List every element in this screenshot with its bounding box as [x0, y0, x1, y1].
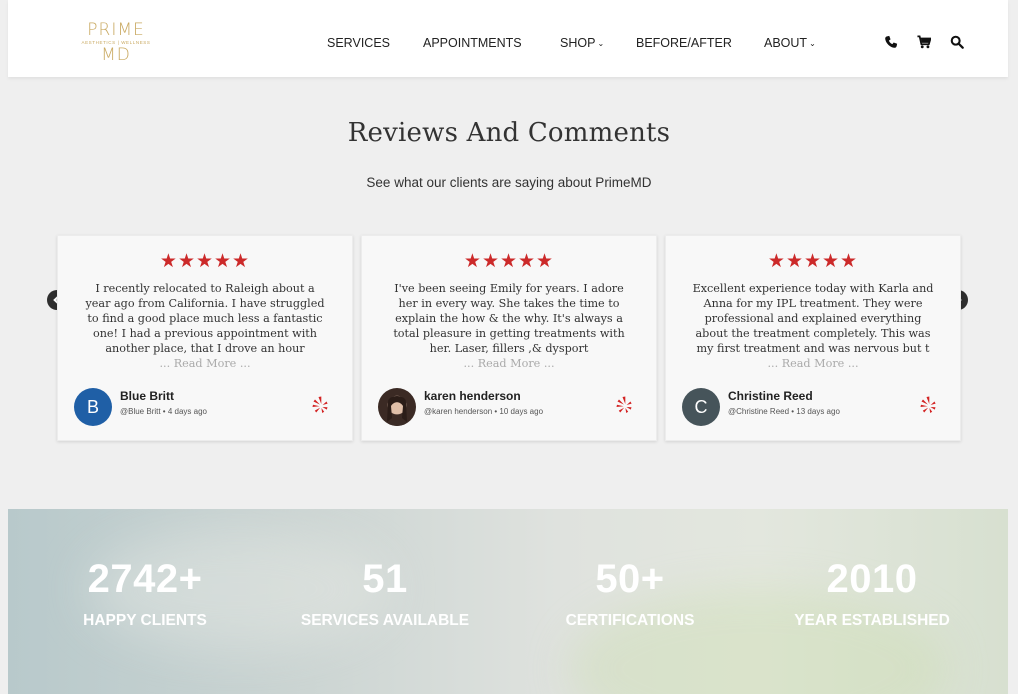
logo-md-text: MD — [101, 44, 131, 65]
nav-about-label: ABOUT — [764, 36, 808, 50]
review-line: I've been seeing Emily for years. I ador… — [394, 282, 624, 295]
nav-appointments[interactable]: APPOINTMENTS — [423, 36, 522, 50]
star-rating: ★★★★★ — [767, 251, 859, 272]
stat-label: YEAR ESTABLISHED — [794, 612, 950, 629]
stat-label: SERVICES AVAILABLE — [300, 612, 470, 629]
review-text: Excellent experience today with Karla an… — [676, 281, 950, 356]
phone-icon[interactable] — [884, 35, 898, 49]
profile-photo — [386, 396, 408, 426]
review-meta: @Blue Britt • 4 days ago — [120, 407, 207, 416]
nav-before-after[interactable]: BEFORE/AFTER — [636, 36, 732, 50]
primemd-logo[interactable]: PRIME AESTHETICS | WELLNESS MD — [64, 22, 168, 64]
review-time: 10 days ago — [499, 407, 544, 416]
search-icon[interactable] — [950, 35, 964, 49]
stat-happy-clients: 2742+ HAPPY CLIENTS — [20, 557, 270, 630]
review-line: one! I had a previous appointment with — [92, 327, 318, 340]
review-line: Anna for my IPL treatment. They were — [703, 297, 923, 310]
stat-value: 2010 — [826, 557, 918, 601]
review-line: to find a good place much less a fantast… — [87, 312, 323, 325]
review-line: about the treatment completely. This was — [695, 327, 931, 340]
yelp-icon[interactable] — [616, 396, 632, 414]
stat-certifications: 50+ CERTIFICATIONS — [505, 557, 755, 630]
stat-value: 50+ — [595, 557, 665, 601]
avatar — [378, 388, 416, 426]
review-meta: @karen henderson • 10 days ago — [424, 407, 544, 416]
yelp-icon[interactable] — [920, 396, 936, 414]
chevron-down-icon: ⌄ — [809, 39, 816, 48]
star-rating: ★★★★★ — [463, 251, 555, 272]
yelp-icon[interactable] — [312, 396, 328, 414]
read-more-link[interactable]: ... Read More ... — [666, 357, 960, 370]
review-handle: @karen henderson — [424, 407, 493, 416]
nav-shop-label: SHOP — [560, 36, 596, 50]
reviews-subtitle: See what our clients are saying about Pr… — [366, 175, 652, 190]
stat-value: 51 — [362, 557, 408, 601]
review-handle: @Christine Reed — [728, 407, 790, 416]
review-line: her. Laser, fillers ,& dysport — [429, 342, 589, 355]
review-line: total pleasure in getting treatments wit… — [393, 327, 625, 340]
site-header: PRIME AESTHETICS | WELLNESS MD SERVICES … — [8, 0, 1008, 77]
stat-year-established: 2010 YEAR ESTABLISHED — [747, 557, 997, 630]
avatar: B — [74, 388, 112, 426]
review-text: I recently relocated to Raleigh about a … — [68, 281, 342, 356]
review-author: karen henderson — [424, 389, 521, 403]
review-author: Christine Reed — [728, 389, 813, 403]
review-line: I recently relocated to Raleigh about a — [95, 282, 315, 295]
review-line: Excellent experience today with Karla an… — [692, 282, 934, 295]
stat-services-available: 51 SERVICES AVAILABLE — [260, 557, 510, 630]
avatar: C — [682, 388, 720, 426]
read-more-link[interactable]: ... Read More ... — [58, 357, 352, 370]
review-line: another place, that I drove an hour — [105, 342, 305, 355]
nav-about[interactable]: ABOUT ⌄ — [764, 36, 816, 50]
review-card: ★★★★★ Excellent experience today with Ka… — [665, 235, 961, 441]
review-line: her in every way. She takes the time to — [398, 297, 620, 310]
stat-label: HAPPY CLIENTS — [83, 612, 207, 629]
review-time: 4 days ago — [167, 407, 207, 416]
read-more-link[interactable]: ... Read More ... — [362, 357, 656, 370]
chevron-down-icon: ⌄ — [597, 39, 605, 48]
nav-services[interactable]: SERVICES — [327, 36, 390, 50]
reviews-title: Reviews And Comments — [347, 118, 671, 148]
review-card: ★★★★★ I recently relocated to Raleigh ab… — [57, 235, 353, 441]
review-line: explain the how & the why. It's always a — [395, 312, 623, 325]
review-meta: @Christine Reed • 13 days ago — [728, 407, 840, 416]
review-line: my first treatment and was nervous but t — [696, 342, 930, 355]
review-line: professional and explained everything — [704, 312, 922, 325]
review-handle: @Blue Britt — [120, 407, 161, 416]
review-text: I've been seeing Emily for years. I ador… — [372, 281, 646, 356]
review-author: Blue Britt — [120, 389, 174, 403]
stat-value: 2742+ — [87, 557, 203, 601]
nav-shop[interactable]: SHOP ⌄ — [560, 36, 604, 50]
review-time: 13 days ago — [796, 407, 840, 416]
logo-prime-text: PRIME — [87, 20, 145, 40]
stat-label: CERTIFICATIONS — [565, 612, 695, 629]
cart-icon[interactable] — [917, 35, 931, 49]
star-rating: ★★★★★ — [159, 251, 251, 272]
review-card: ★★★★★ I've been seeing Emily for years. … — [361, 235, 657, 441]
review-line: year ago from California. I have struggl… — [85, 297, 325, 310]
stats-section: 2742+ HAPPY CLIENTS 51 SERVICES AVAILABL… — [8, 509, 1008, 694]
